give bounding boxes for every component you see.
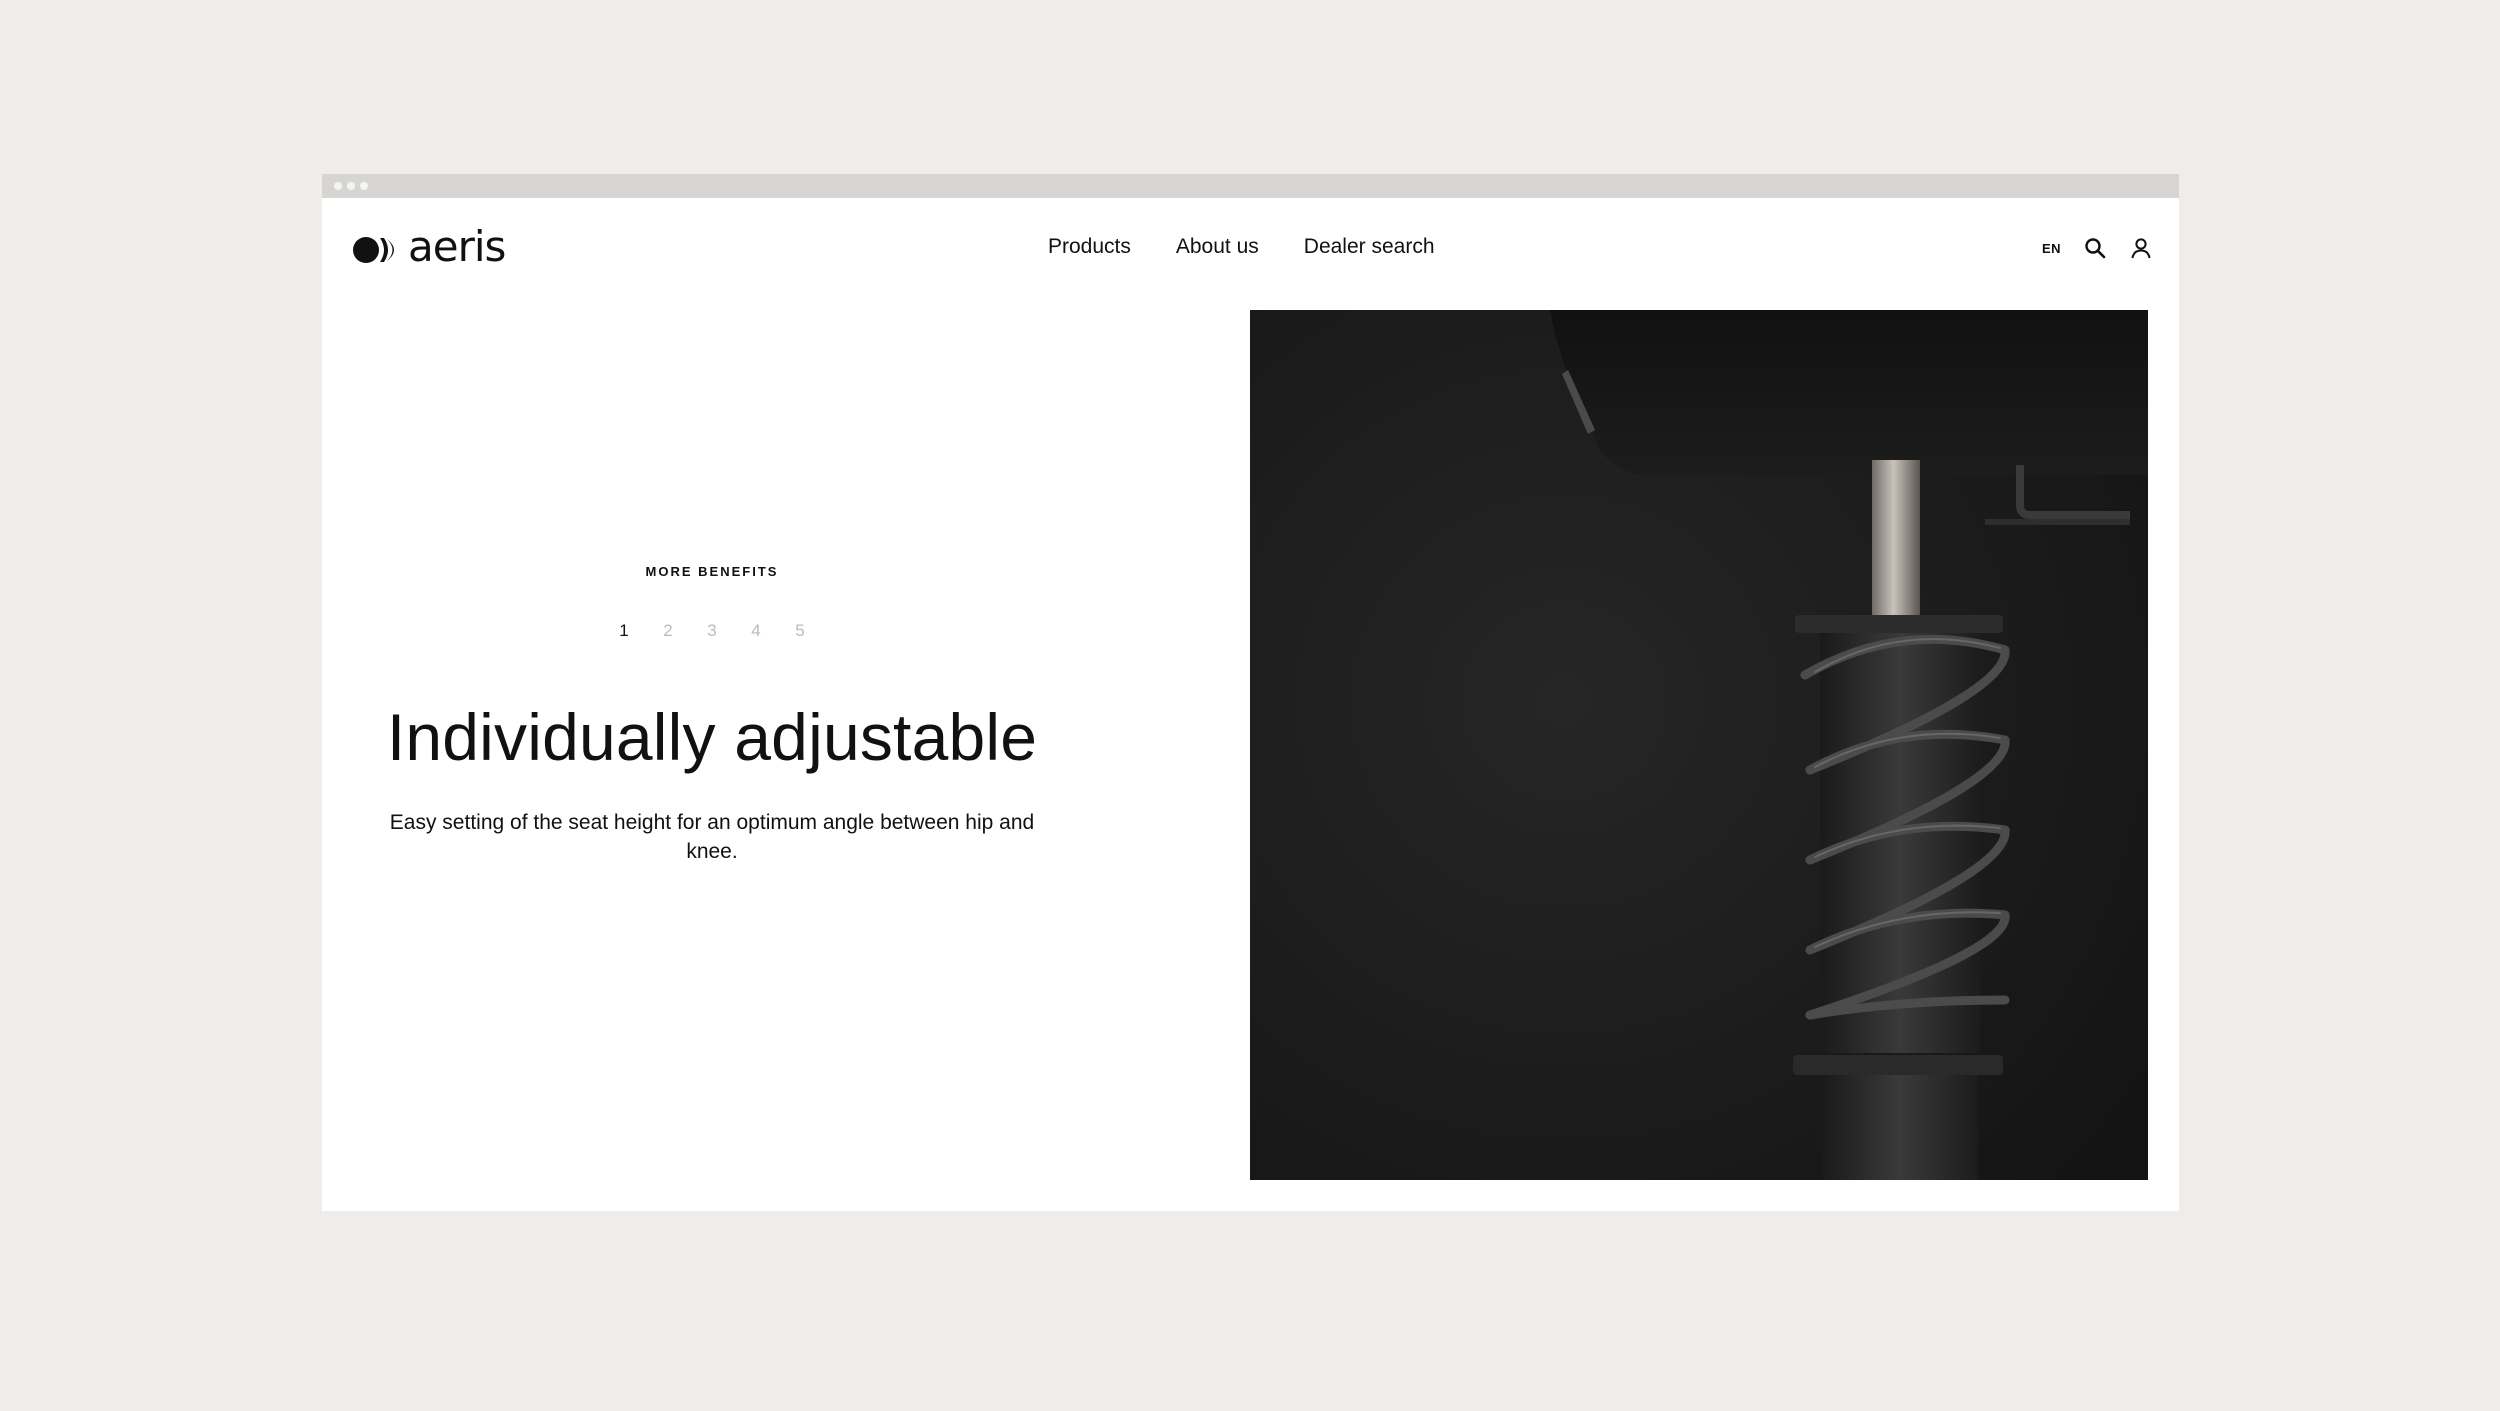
search-icon[interactable] bbox=[2083, 236, 2107, 260]
benefits-section: MORE BENEFITS 1 2 3 4 5 Individually adj… bbox=[382, 564, 1042, 866]
spring-chair-illustration bbox=[1250, 310, 2148, 1180]
benefit-description: Easy setting of the seat height for an o… bbox=[389, 810, 1035, 863]
aeris-logo-mark-icon bbox=[353, 237, 394, 263]
site-header: aeris Products About us Dealer search EN bbox=[322, 198, 2179, 284]
window-dot-icon bbox=[347, 182, 355, 190]
pager-item-4[interactable]: 4 bbox=[734, 621, 778, 641]
main-navigation: Products About us Dealer search bbox=[1048, 235, 1435, 259]
pager-item-2[interactable]: 2 bbox=[646, 621, 690, 641]
user-icon[interactable] bbox=[2129, 236, 2153, 260]
pager-item-5[interactable]: 5 bbox=[778, 621, 822, 641]
language-switcher[interactable]: EN bbox=[2042, 241, 2061, 256]
window-dot-icon bbox=[360, 182, 368, 190]
pager-item-3[interactable]: 3 bbox=[690, 621, 734, 641]
product-image bbox=[1250, 310, 2148, 1180]
nav-item-dealer-search[interactable]: Dealer search bbox=[1304, 235, 1435, 259]
benefits-pager: 1 2 3 4 5 bbox=[382, 621, 1042, 641]
browser-title-bar bbox=[322, 174, 2179, 198]
pager-item-1[interactable]: 1 bbox=[602, 621, 646, 641]
section-eyebrow: MORE BENEFITS bbox=[645, 564, 779, 579]
nav-item-products[interactable]: Products bbox=[1048, 235, 1131, 259]
benefit-title: Individually adjustable bbox=[386, 700, 1038, 774]
window-dot-icon bbox=[334, 182, 342, 190]
header-utilities: EN bbox=[2042, 236, 2153, 260]
brand-name: aeris bbox=[408, 222, 506, 271]
brand-logo[interactable]: aeris bbox=[352, 226, 506, 270]
browser-window: aeris Products About us Dealer search EN… bbox=[322, 174, 2179, 1211]
nav-item-about-us[interactable]: About us bbox=[1176, 235, 1259, 259]
